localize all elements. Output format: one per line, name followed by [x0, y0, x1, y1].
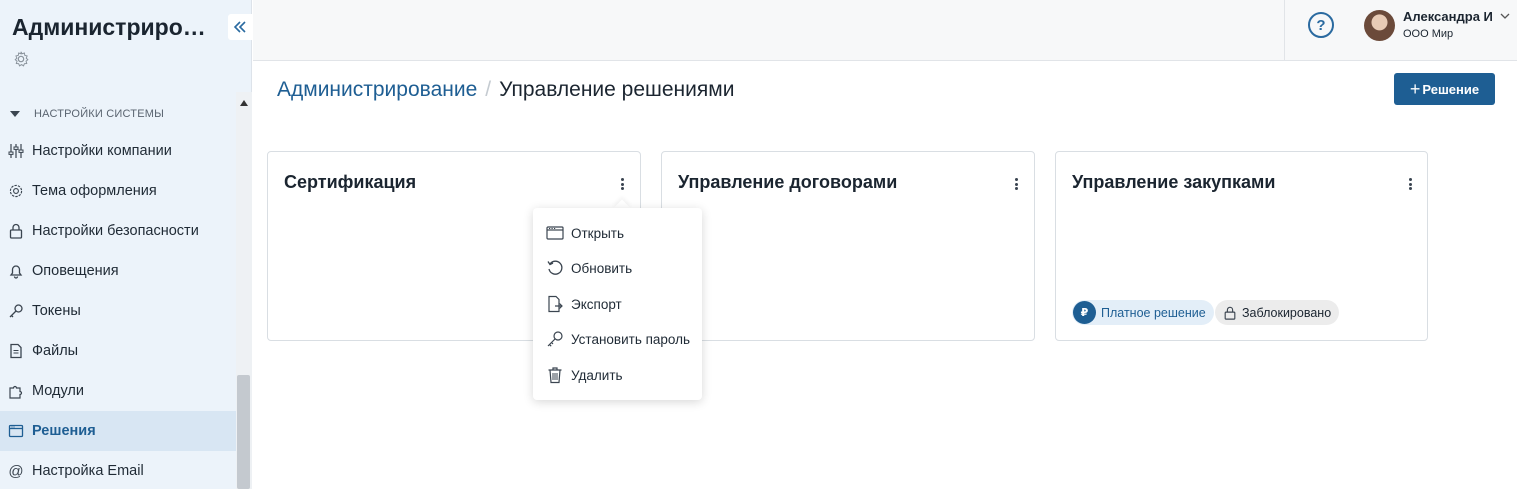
- gear-icon[interactable]: [12, 50, 30, 68]
- card-context-menu: Открыть Обновить Экспорт Установить паро…: [533, 208, 702, 400]
- sidebar-item-notifications[interactable]: Оповещения: [0, 251, 236, 291]
- sidebar-item-label: Токены: [32, 303, 81, 319]
- paid-solution-badge: ₽ Платное решение: [1072, 300, 1214, 325]
- ruble-icon: ₽: [1073, 301, 1096, 324]
- user-name[interactable]: Александра И: [1403, 9, 1493, 24]
- sidebar-scrollbar-thumb[interactable]: [237, 375, 250, 489]
- puzzle-icon: [8, 383, 24, 399]
- export-icon: [546, 295, 564, 313]
- sidebar-item-label: Настройки безопасности: [32, 223, 199, 239]
- sidebar-item-label: Решения: [32, 423, 96, 439]
- badge-label: Заблокировано: [1242, 305, 1332, 320]
- sidebar-item-label: Настройка Email: [32, 463, 144, 479]
- sidebar-item-files[interactable]: Файлы: [0, 331, 236, 371]
- menu-item-delete[interactable]: Удалить: [533, 358, 702, 392]
- breadcrumb: Администрирование / Управление решениями: [277, 78, 734, 102]
- sidebar-item-company-settings[interactable]: Настройки компании: [0, 131, 236, 171]
- kebab-menu-icon[interactable]: [1010, 176, 1022, 192]
- refresh-icon: [546, 259, 564, 277]
- sidebar-item-label: Оповещения: [32, 263, 119, 279]
- user-org: ООО Мир: [1403, 28, 1454, 40]
- key-icon: [546, 330, 564, 348]
- add-solution-label: Решение: [1422, 81, 1480, 97]
- sidebar-item-modules[interactable]: Модули: [0, 371, 236, 411]
- double-chevron-left-icon: [233, 21, 246, 33]
- window-icon: [546, 224, 564, 242]
- lock-icon: [1223, 306, 1237, 320]
- key-icon: [8, 303, 24, 319]
- add-solution-button[interactable]: + Решение: [1394, 73, 1495, 105]
- sidebar: Администрирование НАСТРОЙКИ СИСТЕМЫ Наст…: [0, 0, 252, 489]
- avatar[interactable]: [1364, 10, 1395, 41]
- sidebar-item-email[interactable]: @ Настройка Email: [0, 451, 236, 489]
- sidebar-item-label: Модули: [32, 383, 84, 399]
- sidebar-item-label: Тема оформления: [32, 183, 157, 199]
- card-title: Сертификация: [284, 172, 417, 192]
- sidebar-item-tokens[interactable]: Токены: [0, 291, 236, 331]
- card-title: Управление договорами: [678, 172, 898, 192]
- bell-icon: [8, 263, 24, 279]
- help-button[interactable]: ?: [1308, 12, 1334, 38]
- caret-down-icon: [10, 111, 20, 117]
- sidebar-nav: НАСТРОЙКИ СИСТЕМЫ Настройки компании Тем…: [0, 92, 236, 489]
- topbar-divider: [1284, 0, 1285, 61]
- chevron-down-icon[interactable]: [1499, 11, 1511, 21]
- sliders-icon: [8, 143, 24, 159]
- breadcrumb-separator: /: [485, 78, 492, 101]
- menu-item-label: Удалить: [571, 367, 623, 383]
- menu-item-label: Установить пароль: [571, 331, 691, 347]
- plus-icon: +: [1409, 79, 1421, 99]
- lock-icon: [8, 223, 24, 239]
- locked-badge: Заблокировано: [1215, 300, 1340, 325]
- sidebar-item-label: Настройки компании: [32, 143, 172, 159]
- kebab-menu-icon[interactable]: [616, 176, 628, 192]
- gear-icon: [8, 183, 24, 199]
- sidebar-header: Администрирование: [0, 0, 252, 92]
- menu-item-export[interactable]: Экспорт: [533, 287, 702, 321]
- kebab-menu-icon[interactable]: [1404, 176, 1416, 192]
- breadcrumb-root[interactable]: Администрирование: [277, 78, 477, 102]
- page-title: Управление решениями: [499, 78, 735, 101]
- sidebar-item-security[interactable]: Настройки безопасности: [0, 211, 236, 251]
- help-icon: ?: [1316, 16, 1326, 34]
- solution-card-procurement[interactable]: Управление закупками ₽ Платное решение З…: [1055, 151, 1428, 341]
- menu-item-update[interactable]: Обновить: [533, 251, 702, 285]
- menu-item-set-password[interactable]: Установить пароль: [533, 322, 702, 356]
- sidebar-item-label: Файлы: [32, 343, 79, 359]
- menu-item-open[interactable]: Открыть: [533, 216, 702, 250]
- file-icon: [8, 343, 24, 359]
- menu-item-label: Обновить: [571, 260, 633, 276]
- app-title: Администрирование: [12, 14, 217, 40]
- scroll-up-arrow-icon[interactable]: [240, 100, 248, 106]
- solution-card-contracts[interactable]: Управление договорами: [661, 151, 1035, 341]
- at-icon: @: [8, 462, 24, 480]
- section-system-settings[interactable]: НАСТРОЙКИ СИСТЕМЫ: [10, 106, 164, 122]
- sidebar-item-theme[interactable]: Тема оформления: [0, 171, 236, 211]
- badge-label: Платное решение: [1101, 305, 1206, 320]
- card-title: Управление закупками: [1072, 172, 1276, 192]
- trash-icon: [546, 366, 564, 384]
- window-icon: [8, 423, 24, 439]
- sidebar-item-solutions[interactable]: Решения: [0, 411, 236, 451]
- menu-item-label: Экспорт: [571, 296, 622, 312]
- menu-item-label: Открыть: [571, 225, 625, 241]
- collapse-sidebar-button[interactable]: [228, 14, 252, 40]
- section-label: НАСТРОЙКИ СИСТЕМЫ: [34, 108, 165, 120]
